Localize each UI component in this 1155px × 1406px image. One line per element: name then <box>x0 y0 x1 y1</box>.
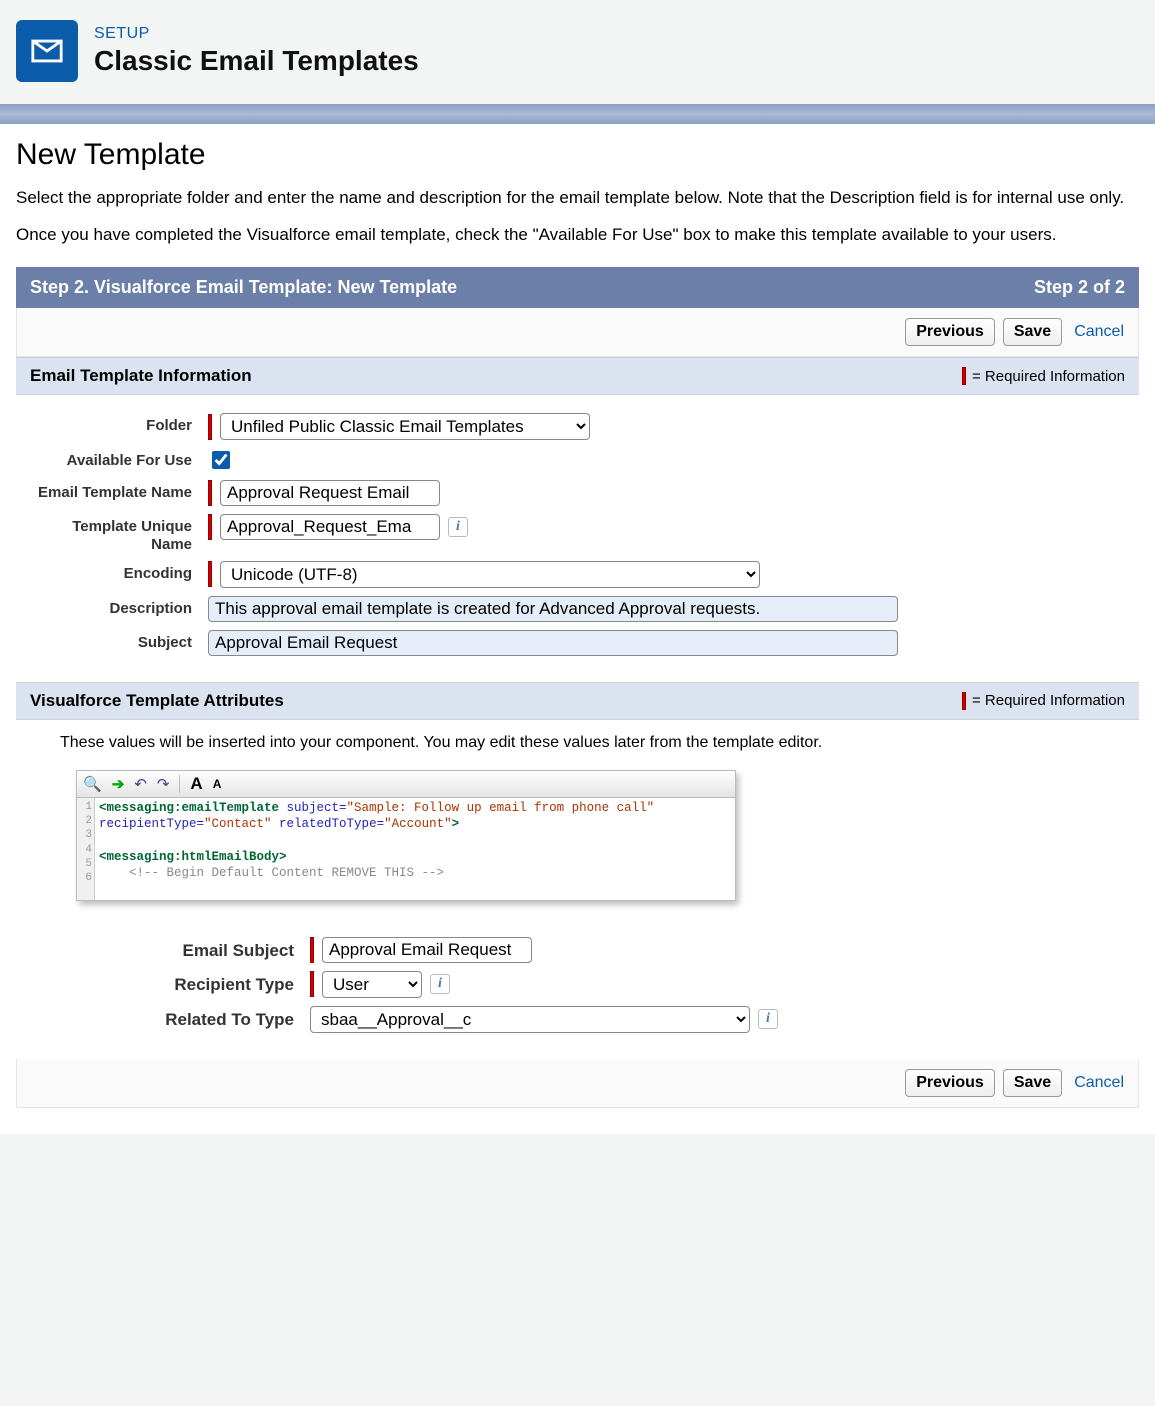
related-to-type-select[interactable]: sbaa__Approval__c <box>310 1006 750 1033</box>
required-hint: = Required Information <box>962 692 1125 710</box>
email-icon <box>16 20 78 82</box>
code-content[interactable]: <messaging:emailTemplate subject="Sample… <box>95 798 658 900</box>
intro-text-2: Once you have completed the Visualforce … <box>16 223 1139 248</box>
editor-toolbar: 🔍 ➔ ↶ ↷ A A <box>77 771 735 798</box>
section-title: Visualforce Template Attributes <box>30 691 284 711</box>
required-indicator-icon <box>208 561 212 587</box>
label-available: Available For Use <box>30 448 208 469</box>
label-email-subject: Email Subject <box>110 937 310 961</box>
label-description: Description <box>30 596 208 617</box>
required-indicator-icon <box>208 414 212 440</box>
required-indicator-icon <box>962 692 966 710</box>
code-editor[interactable]: 🔍 ➔ ↶ ↷ A A 123456 <messaging:emailTempl… <box>76 770 736 901</box>
info-icon[interactable]: i <box>448 517 468 537</box>
section-vf-attributes: Visualforce Template Attributes = Requir… <box>16 682 1139 720</box>
info-icon[interactable]: i <box>758 1009 778 1029</box>
label-subject: Subject <box>30 630 208 651</box>
previous-button[interactable]: Previous <box>905 1069 995 1097</box>
required-indicator-icon <box>208 480 212 506</box>
label-template-name: Email Template Name <box>30 480 208 501</box>
step-title: Step 2. Visualforce Email Template: New … <box>30 277 457 298</box>
step-indicator: Step 2 of 2 <box>1034 277 1125 298</box>
top-toolbar: Previous Save Cancel <box>16 308 1139 357</box>
intro-text-1: Select the appropriate folder and enter … <box>16 186 1139 211</box>
zoom-icon[interactable]: 🔍 <box>83 775 102 793</box>
encoding-select[interactable]: Unicode (UTF-8) <box>220 561 760 588</box>
available-for-use-checkbox[interactable] <box>212 451 230 469</box>
required-hint: = Required Information <box>962 367 1125 385</box>
label-recipient-type: Recipient Type <box>110 971 310 995</box>
section-email-template-info: Email Template Information = Required In… <box>16 357 1139 395</box>
label-unique-name: Template Unique Name <box>30 514 208 553</box>
email-subject-input[interactable] <box>322 937 532 963</box>
required-indicator-icon <box>962 367 966 385</box>
line-gutter: 123456 <box>77 798 95 900</box>
separator <box>179 775 180 793</box>
required-indicator-icon <box>310 971 314 997</box>
attributes-intro-text: These values will be inserted into your … <box>16 720 1139 764</box>
header-title: Classic Email Templates <box>94 45 419 77</box>
required-indicator-icon <box>208 514 212 540</box>
cancel-link[interactable]: Cancel <box>1074 1074 1124 1092</box>
save-button[interactable]: Save <box>1003 318 1062 346</box>
description-input[interactable] <box>208 596 898 622</box>
info-icon[interactable]: i <box>430 974 450 994</box>
folder-select[interactable]: Unfiled Public Classic Email Templates <box>220 413 590 440</box>
recipient-type-select[interactable]: User <box>322 971 422 998</box>
label-folder: Folder <box>30 413 208 434</box>
page-title: New Template <box>16 138 1139 172</box>
save-button[interactable]: Save <box>1003 1069 1062 1097</box>
label-encoding: Encoding <box>30 561 208 582</box>
subject-input[interactable] <box>208 630 898 656</box>
previous-button[interactable]: Previous <box>905 318 995 346</box>
font-large-icon[interactable]: A <box>190 774 202 794</box>
undo-icon[interactable]: ↶ <box>134 775 147 793</box>
label-related-to-type: Related To Type <box>110 1006 310 1030</box>
unique-name-input[interactable] <box>220 514 440 540</box>
cancel-link[interactable]: Cancel <box>1074 323 1124 341</box>
goto-icon[interactable]: ➔ <box>112 775 125 793</box>
redo-icon[interactable]: ↷ <box>157 775 170 793</box>
header-kicker: SETUP <box>94 25 419 43</box>
bottom-toolbar: Previous Save Cancel <box>16 1059 1139 1108</box>
page-header: SETUP Classic Email Templates <box>0 0 1155 104</box>
template-name-input[interactable] <box>220 480 440 506</box>
step-header: Step 2. Visualforce Email Template: New … <box>16 267 1139 308</box>
required-indicator-icon <box>310 937 314 963</box>
font-small-icon[interactable]: A <box>213 777 222 791</box>
section-title: Email Template Information <box>30 366 252 386</box>
divider-band <box>0 104 1155 124</box>
